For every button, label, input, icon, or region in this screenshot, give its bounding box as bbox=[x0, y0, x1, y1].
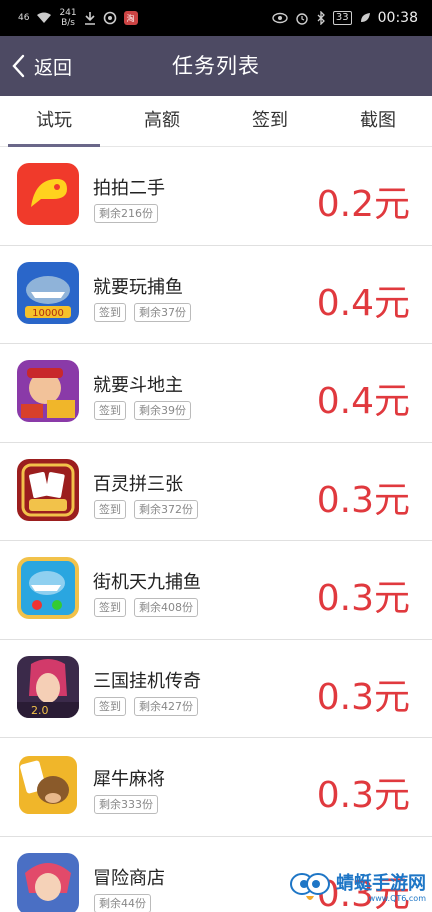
battery-indicator: 33 bbox=[332, 11, 352, 25]
tab-bar: 试玩 高额 签到 截图 bbox=[0, 96, 432, 147]
warrior-game-icon: 2.0 bbox=[17, 655, 79, 718]
download-icon bbox=[84, 12, 95, 25]
back-button[interactable]: 返回 bbox=[10, 36, 72, 96]
task-reward: 0.2元 bbox=[316, 184, 410, 225]
task-item[interactable]: 街机天九捕鱼 签到 剩余408份 0.3元 bbox=[0, 541, 432, 640]
task-tags: 签到 剩余37份 bbox=[94, 302, 191, 322]
task-item[interactable]: 就要斗地主 签到 剩余39份 0.4元 bbox=[0, 344, 432, 443]
landlord-game-icon bbox=[17, 360, 79, 422]
check-in-tag: 签到 bbox=[94, 401, 126, 420]
task-item[interactable]: 10000 就要玩捕鱼 签到 剩余37份 0.4元 bbox=[0, 246, 432, 344]
eye-icon bbox=[272, 12, 288, 24]
watermark: 蜻蜓手游网 www.QT6.com bbox=[288, 870, 426, 906]
task-tags: 签到 剩余408份 bbox=[94, 598, 198, 617]
check-in-tag: 签到 bbox=[94, 696, 126, 716]
remaining-tag: 剩余44份 bbox=[94, 893, 151, 912]
task-name: 就要斗地主 bbox=[93, 375, 183, 396]
task-tags: 剩余216份 bbox=[94, 204, 158, 223]
task-name: 街机天九捕鱼 bbox=[93, 572, 201, 593]
check-in-tag: 签到 bbox=[94, 598, 126, 617]
chevron-left-icon bbox=[12, 54, 25, 78]
status-bar: 46 241 B/s 淘 33 00:38 bbox=[0, 0, 432, 36]
check-in-tag: 签到 bbox=[94, 499, 126, 519]
tab-screenshot[interactable]: 截图 bbox=[324, 96, 432, 146]
dragonfly-logo-icon bbox=[290, 873, 330, 900]
task-item[interactable]: 2.0 三国挂机传奇 签到 剩余427份 0.3元 bbox=[0, 640, 432, 738]
network-speed: 241 B/s bbox=[59, 8, 77, 28]
task-tags: 剩余333份 bbox=[94, 795, 158, 814]
taobao-app-icon: 淘 bbox=[123, 11, 138, 25]
rhino-mahjong-icon bbox=[17, 754, 79, 816]
task-name: 犀牛麻将 bbox=[93, 769, 165, 790]
watermark-url: www.QT6.com bbox=[368, 893, 426, 903]
task-reward: 0.3元 bbox=[316, 775, 410, 816]
remaining-tag: 剩余372份 bbox=[134, 499, 198, 519]
watermark-title: 蜻蜓手游网 bbox=[336, 872, 426, 894]
poker-game-icon bbox=[17, 458, 79, 521]
adventure-shop-icon bbox=[17, 852, 79, 912]
remaining-tag: 剩余37份 bbox=[134, 302, 191, 322]
task-reward: 0.3元 bbox=[316, 578, 410, 619]
remaining-tag: 剩余427份 bbox=[134, 696, 198, 716]
task-tags: 剩余44份 bbox=[94, 893, 151, 912]
svg-text:10000: 10000 bbox=[32, 308, 64, 319]
remaining-tag: 剩余39份 bbox=[134, 401, 191, 420]
task-item[interactable]: 百灵拼三张 签到 剩余372份 0.3元 bbox=[0, 443, 432, 541]
back-label: 返回 bbox=[34, 56, 73, 79]
task-reward: 0.4元 bbox=[316, 282, 410, 324]
navigation-bar: 返回 任务列表 bbox=[0, 36, 432, 96]
bluetooth-icon bbox=[317, 11, 325, 25]
task-item[interactable]: 拍拍二手 剩余216份 0.2元 bbox=[0, 147, 432, 246]
task-name: 冒险商店 bbox=[93, 867, 165, 889]
task-reward: 0.3元 bbox=[316, 479, 410, 521]
signal-indicator: 46 bbox=[18, 12, 30, 23]
remaining-tag: 剩余333份 bbox=[94, 795, 158, 814]
shark-game-icon: 10000 bbox=[17, 261, 79, 324]
task-reward: 0.4元 bbox=[316, 381, 410, 422]
remaining-tag: 剩余216份 bbox=[94, 204, 158, 223]
leaf-icon bbox=[360, 13, 370, 22]
wifi-icon bbox=[37, 12, 52, 23]
task-item[interactable]: 犀牛麻将 剩余333份 0.3元 bbox=[0, 738, 432, 837]
alarm-icon bbox=[296, 13, 308, 25]
task-name: 就要玩捕鱼 bbox=[93, 276, 183, 298]
task-tags: 签到 剩余39份 bbox=[94, 401, 191, 420]
tab-check-in[interactable]: 签到 bbox=[216, 96, 324, 146]
task-name: 百灵拼三张 bbox=[93, 473, 183, 495]
remaining-tag: 剩余408份 bbox=[134, 598, 198, 617]
task-name: 三国挂机传奇 bbox=[93, 670, 201, 692]
paipai-icon bbox=[17, 163, 79, 225]
tab-trial[interactable]: 试玩 bbox=[0, 96, 108, 147]
check-in-tag: 签到 bbox=[94, 302, 126, 322]
fish-game-icon bbox=[17, 557, 79, 619]
task-name: 拍拍二手 bbox=[93, 178, 165, 199]
task-tags: 签到 剩余427份 bbox=[94, 696, 198, 716]
tab-high-reward[interactable]: 高额 bbox=[108, 96, 216, 146]
svg-text:2.0: 2.0 bbox=[31, 704, 49, 717]
task-tags: 签到 剩余372份 bbox=[94, 499, 198, 519]
sync-app-icon bbox=[103, 11, 116, 25]
task-list: 拍拍二手 剩余216份 0.2元 10000 就要玩捕鱼 签到 剩余37份 0.… bbox=[0, 147, 432, 912]
task-reward: 0.3元 bbox=[316, 676, 410, 718]
clock-time: 00:38 bbox=[377, 10, 418, 26]
